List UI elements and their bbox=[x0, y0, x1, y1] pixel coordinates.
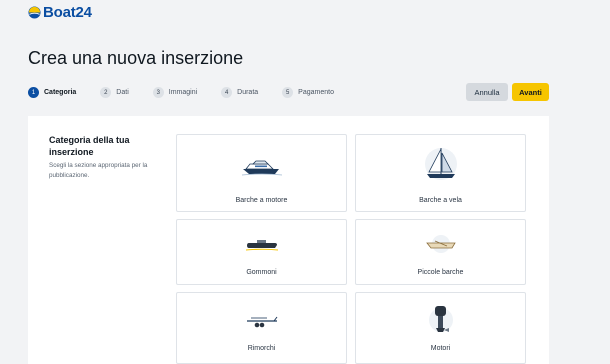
site-header: Boat24 bbox=[0, 0, 610, 24]
step-durata[interactable]: 4 Durata bbox=[221, 87, 258, 98]
category-card-engines[interactable]: Motori bbox=[355, 292, 526, 364]
boat24-logo[interactable]: Boat24 bbox=[28, 4, 92, 21]
category-card-sailboats[interactable]: Barche a vela bbox=[355, 134, 526, 212]
category-card-label: Barche a motore bbox=[235, 197, 288, 204]
category-panel-description: Scegli la sezione appropriata per la pub… bbox=[49, 162, 148, 179]
sailboat-icon bbox=[424, 148, 457, 180]
category-panel-title: Categoria della tua inserzione bbox=[49, 135, 130, 157]
step-number: 5 bbox=[282, 87, 294, 98]
logo-mark-icon bbox=[28, 6, 41, 19]
step-number: 1 bbox=[28, 87, 39, 98]
next-button[interactable]: Avanti bbox=[512, 83, 549, 101]
step-number: 2 bbox=[100, 87, 112, 98]
category-panel: Categoria della tua inserzione Scegli la… bbox=[28, 116, 549, 364]
logo-text: Boat24 bbox=[43, 4, 92, 21]
step-label: Categoria bbox=[44, 89, 77, 96]
inflatable-boat-icon bbox=[245, 240, 278, 251]
progress-stepper: 1 Categoria 2 Dati 3 Immagini 4 Durata 5… bbox=[28, 87, 358, 98]
small-boat-icon bbox=[425, 235, 456, 253]
step-label: Pagamento bbox=[298, 89, 334, 96]
category-card-label: Motori bbox=[430, 345, 451, 352]
step-immagini[interactable]: 3 Immagini bbox=[152, 87, 198, 98]
motorboat-icon bbox=[241, 160, 282, 176]
step-categoria[interactable]: 1 Categoria bbox=[28, 87, 76, 98]
trailer-icon bbox=[246, 316, 277, 328]
page-title: Crea una nuova inserzione bbox=[28, 48, 244, 68]
category-card-label: Gommoni bbox=[246, 269, 277, 276]
step-label: Immagini bbox=[168, 89, 198, 96]
step-label: Dati bbox=[116, 89, 129, 96]
category-card-trailers[interactable]: Rimorchi bbox=[176, 292, 347, 364]
outboard-motor-icon bbox=[428, 306, 453, 332]
category-card-label: Barche a vela bbox=[419, 197, 462, 204]
cancel-button[interactable]: Annulla bbox=[466, 83, 508, 101]
category-card-label: Piccole barche bbox=[417, 269, 464, 276]
step-label: Durata bbox=[237, 89, 259, 96]
category-card-small-boats[interactable]: Piccole barche bbox=[355, 219, 526, 285]
category-card-label: Rimorchi bbox=[247, 345, 276, 352]
step-number: 4 bbox=[221, 87, 233, 98]
step-dati[interactable]: 2 Dati bbox=[100, 87, 129, 98]
step-pagamento[interactable]: 5 Pagamento bbox=[282, 87, 334, 98]
category-card-motorboats[interactable]: Barche a motore bbox=[176, 134, 347, 212]
category-card-inflatables[interactable]: Gommoni bbox=[176, 219, 347, 285]
step-number: 3 bbox=[152, 87, 164, 98]
